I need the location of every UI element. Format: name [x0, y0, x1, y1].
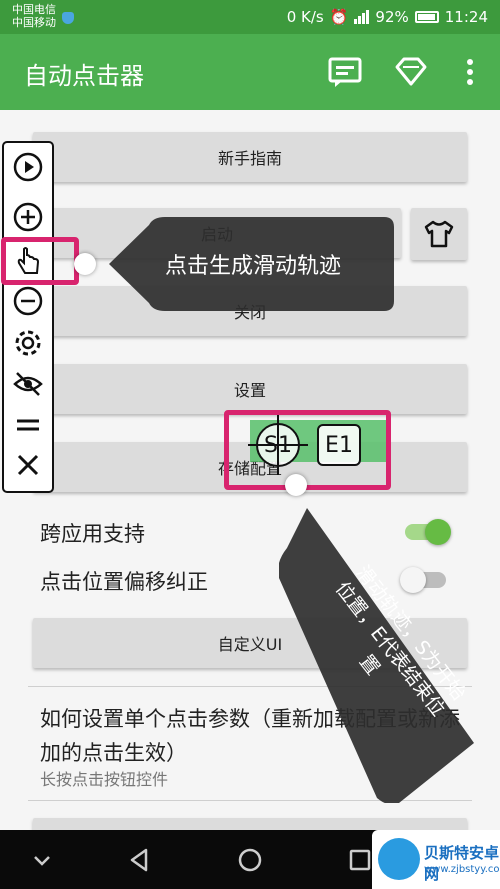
chevron-down-icon[interactable] — [28, 846, 56, 874]
swipe-highlight-box — [224, 410, 391, 490]
recents-icon[interactable] — [346, 846, 374, 874]
next-button[interactable] — [33, 818, 467, 830]
alarm-icon: ⏰ — [329, 8, 349, 26]
home-icon[interactable] — [236, 846, 264, 874]
network-speed: 0 K/s — [286, 8, 324, 26]
shirt-icon — [424, 220, 454, 248]
help-item-subtitle: 长按点击按钮控件 — [40, 770, 169, 789]
tooltip-text: 点击生成滑动轨迹 — [165, 254, 342, 279]
hide-eye-icon[interactable] — [12, 368, 44, 400]
battery-icon — [414, 11, 439, 23]
carrier-2: 中国移动 — [12, 16, 56, 29]
status-indicators: 0 K/s ⏰ 92% 11:24 — [287, 8, 488, 26]
chat-icon[interactable] — [327, 54, 363, 90]
touch-point — [285, 474, 307, 496]
add-icon[interactable] — [12, 201, 44, 233]
floating-toolbar — [2, 141, 54, 493]
guide-button[interactable]: 新手指南 — [33, 132, 467, 182]
clock: 11:24 — [444, 8, 488, 26]
watermark: 贝斯特安卓网 www.zjbstyy.com — [372, 830, 500, 889]
pointer-highlight-box — [1, 237, 79, 285]
watermark-logo — [378, 838, 420, 880]
carrier-1: 中国电信 — [12, 3, 56, 16]
remove-icon[interactable] — [12, 285, 44, 317]
app-title: 自动点击器 — [24, 62, 144, 90]
offset-correction-label: 点击位置偏移纠正 — [40, 570, 208, 594]
status-bar: 中国电信 中国移动 0 K/s ⏰ 92% 11:24 — [0, 0, 500, 34]
more-vert-icon[interactable] — [452, 54, 488, 90]
play-icon[interactable] — [12, 151, 44, 183]
carrier-names: 中国电信 中国移动 — [12, 3, 56, 29]
diamond-icon[interactable] — [393, 54, 429, 90]
touch-point — [74, 253, 96, 275]
settings-gear-icon[interactable] — [12, 327, 44, 359]
app-bar: 自动点击器 — [0, 34, 500, 110]
watermark-url: www.zjbstyy.com — [424, 864, 500, 875]
close-icon[interactable] — [12, 449, 44, 481]
back-icon[interactable] — [126, 846, 154, 874]
cross-app-label: 跨应用支持 — [40, 522, 145, 546]
drag-handle-icon[interactable] — [12, 409, 44, 441]
watermark-name: 贝斯特安卓网 — [424, 844, 500, 883]
theme-button[interactable] — [411, 208, 467, 260]
settings-button[interactable]: 设置 — [33, 364, 467, 414]
signal-icon — [354, 10, 370, 24]
battery-percent: 92% — [375, 8, 409, 26]
shield-icon — [62, 12, 74, 24]
